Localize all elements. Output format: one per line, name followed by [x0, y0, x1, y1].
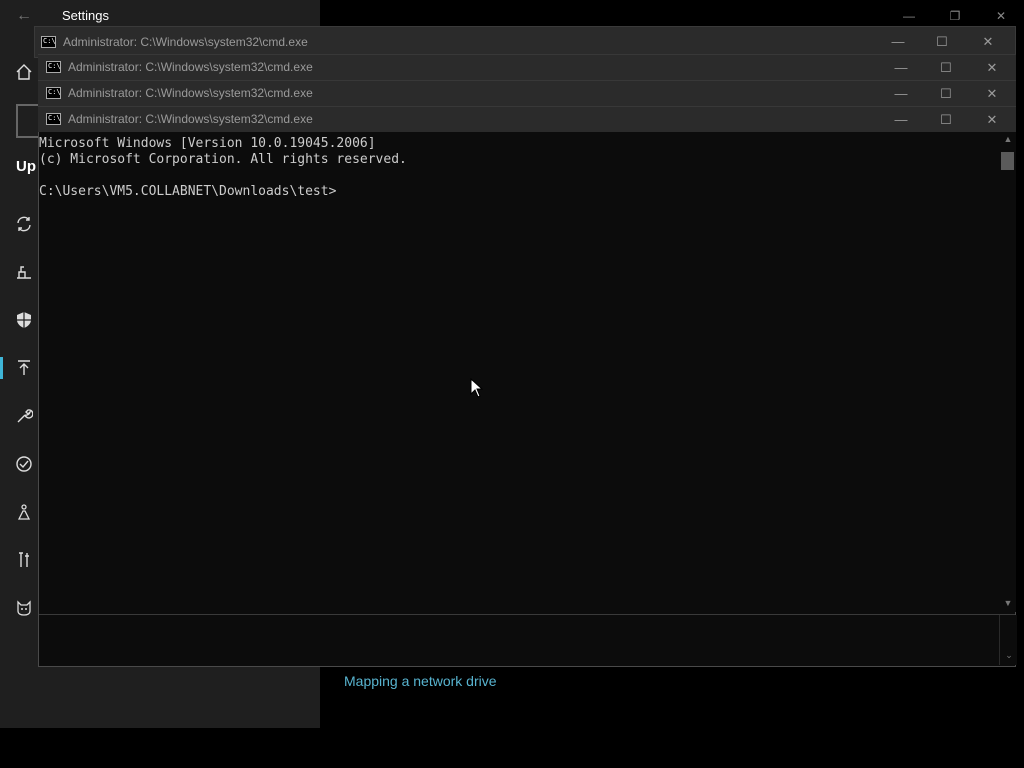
settings-close-button[interactable]: ✕: [978, 4, 1024, 28]
minimize-button[interactable]: —: [875, 30, 921, 54]
arrow-left-icon[interactable]: ←: [14, 6, 34, 26]
person-flask-icon[interactable]: [12, 500, 36, 524]
cmd-window-title: Administrator: C:\Windows\system32\cmd.e…: [68, 86, 313, 100]
maximize-button[interactable]: ☐: [923, 108, 969, 132]
close-button[interactable]: ✕: [969, 56, 1015, 80]
nav-active-indicator: [0, 357, 3, 379]
delivery-icon[interactable]: [12, 260, 36, 284]
cmd-window-titlebar[interactable]: C:\ Administrator: C:\Windows\system32\c…: [38, 54, 1016, 80]
mouse-cursor-icon: [470, 378, 484, 398]
settings-section-heading: Up: [16, 158, 36, 175]
maximize-button[interactable]: ☐: [923, 82, 969, 106]
minimize-button[interactable]: —: [878, 108, 924, 132]
shield-icon[interactable]: [12, 308, 36, 332]
settings-title: Settings: [62, 8, 109, 23]
console-line: (c) Microsoft Corporation. All rights re…: [39, 152, 407, 167]
settings-restore-button[interactable]: ❐: [932, 4, 978, 28]
tools-icon[interactable]: [12, 548, 36, 572]
mapping-network-drive-link[interactable]: Mapping a network drive: [344, 673, 497, 689]
lower-scrollbar[interactable]: ⌄: [999, 615, 1017, 665]
cmd-icon: C:\: [46, 113, 61, 125]
cat-icon[interactable]: [12, 596, 36, 620]
vertical-scrollbar[interactable]: ▲ ▼: [999, 132, 1016, 612]
cmd-console-area[interactable]: Microsoft Windows [Version 10.0.19045.20…: [38, 132, 1017, 667]
scroll-up-arrow-icon[interactable]: ▲: [1003, 134, 1013, 146]
close-button[interactable]: ✕: [965, 30, 1011, 54]
check-circle-icon[interactable]: [12, 452, 36, 476]
sync-icon[interactable]: [12, 212, 36, 236]
settings-minimize-button[interactable]: —: [886, 4, 932, 28]
minimize-button[interactable]: —: [878, 82, 924, 106]
home-icon[interactable]: [12, 60, 36, 84]
console-prompt[interactable]: C:\Users\VM5.COLLABNET\Downloads\test>: [39, 184, 336, 199]
cmd-window-titlebar-active[interactable]: C:\ Administrator: C:\Windows\system32\c…: [38, 106, 1016, 132]
console-line: Microsoft Windows [Version 10.0.19045.20…: [39, 136, 376, 151]
settings-search-box[interactable]: [16, 104, 38, 138]
scroll-down-arrow-icon[interactable]: ▼: [1003, 598, 1013, 610]
cmd-icon: C:\: [46, 61, 61, 73]
cmd-window-title: Administrator: C:\Windows\system32\cmd.e…: [63, 35, 308, 49]
minimize-button[interactable]: —: [878, 56, 924, 80]
cmd-window-title: Administrator: C:\Windows\system32\cmd.e…: [68, 112, 313, 126]
cmd-icon: C:\: [46, 87, 61, 99]
chevron-down-icon[interactable]: ⌄: [1004, 650, 1014, 662]
cmd-window-title: Administrator: C:\Windows\system32\cmd.e…: [68, 60, 313, 74]
cmd-lower-pane[interactable]: [39, 615, 997, 665]
close-button[interactable]: ✕: [969, 108, 1015, 132]
wrench-icon[interactable]: [12, 404, 36, 428]
maximize-button[interactable]: ☐: [923, 56, 969, 80]
console-output: Microsoft Windows [Version 10.0.19045.20…: [39, 136, 407, 200]
scroll-thumb[interactable]: [1001, 152, 1014, 170]
cmd-window-titlebar[interactable]: C:\ Administrator: C:\Windows\system32\c…: [38, 80, 1016, 106]
upload-icon[interactable]: [12, 356, 36, 380]
close-button[interactable]: ✕: [969, 82, 1015, 106]
cmd-icon: C:\: [41, 36, 56, 48]
maximize-button[interactable]: ☐: [919, 30, 965, 54]
